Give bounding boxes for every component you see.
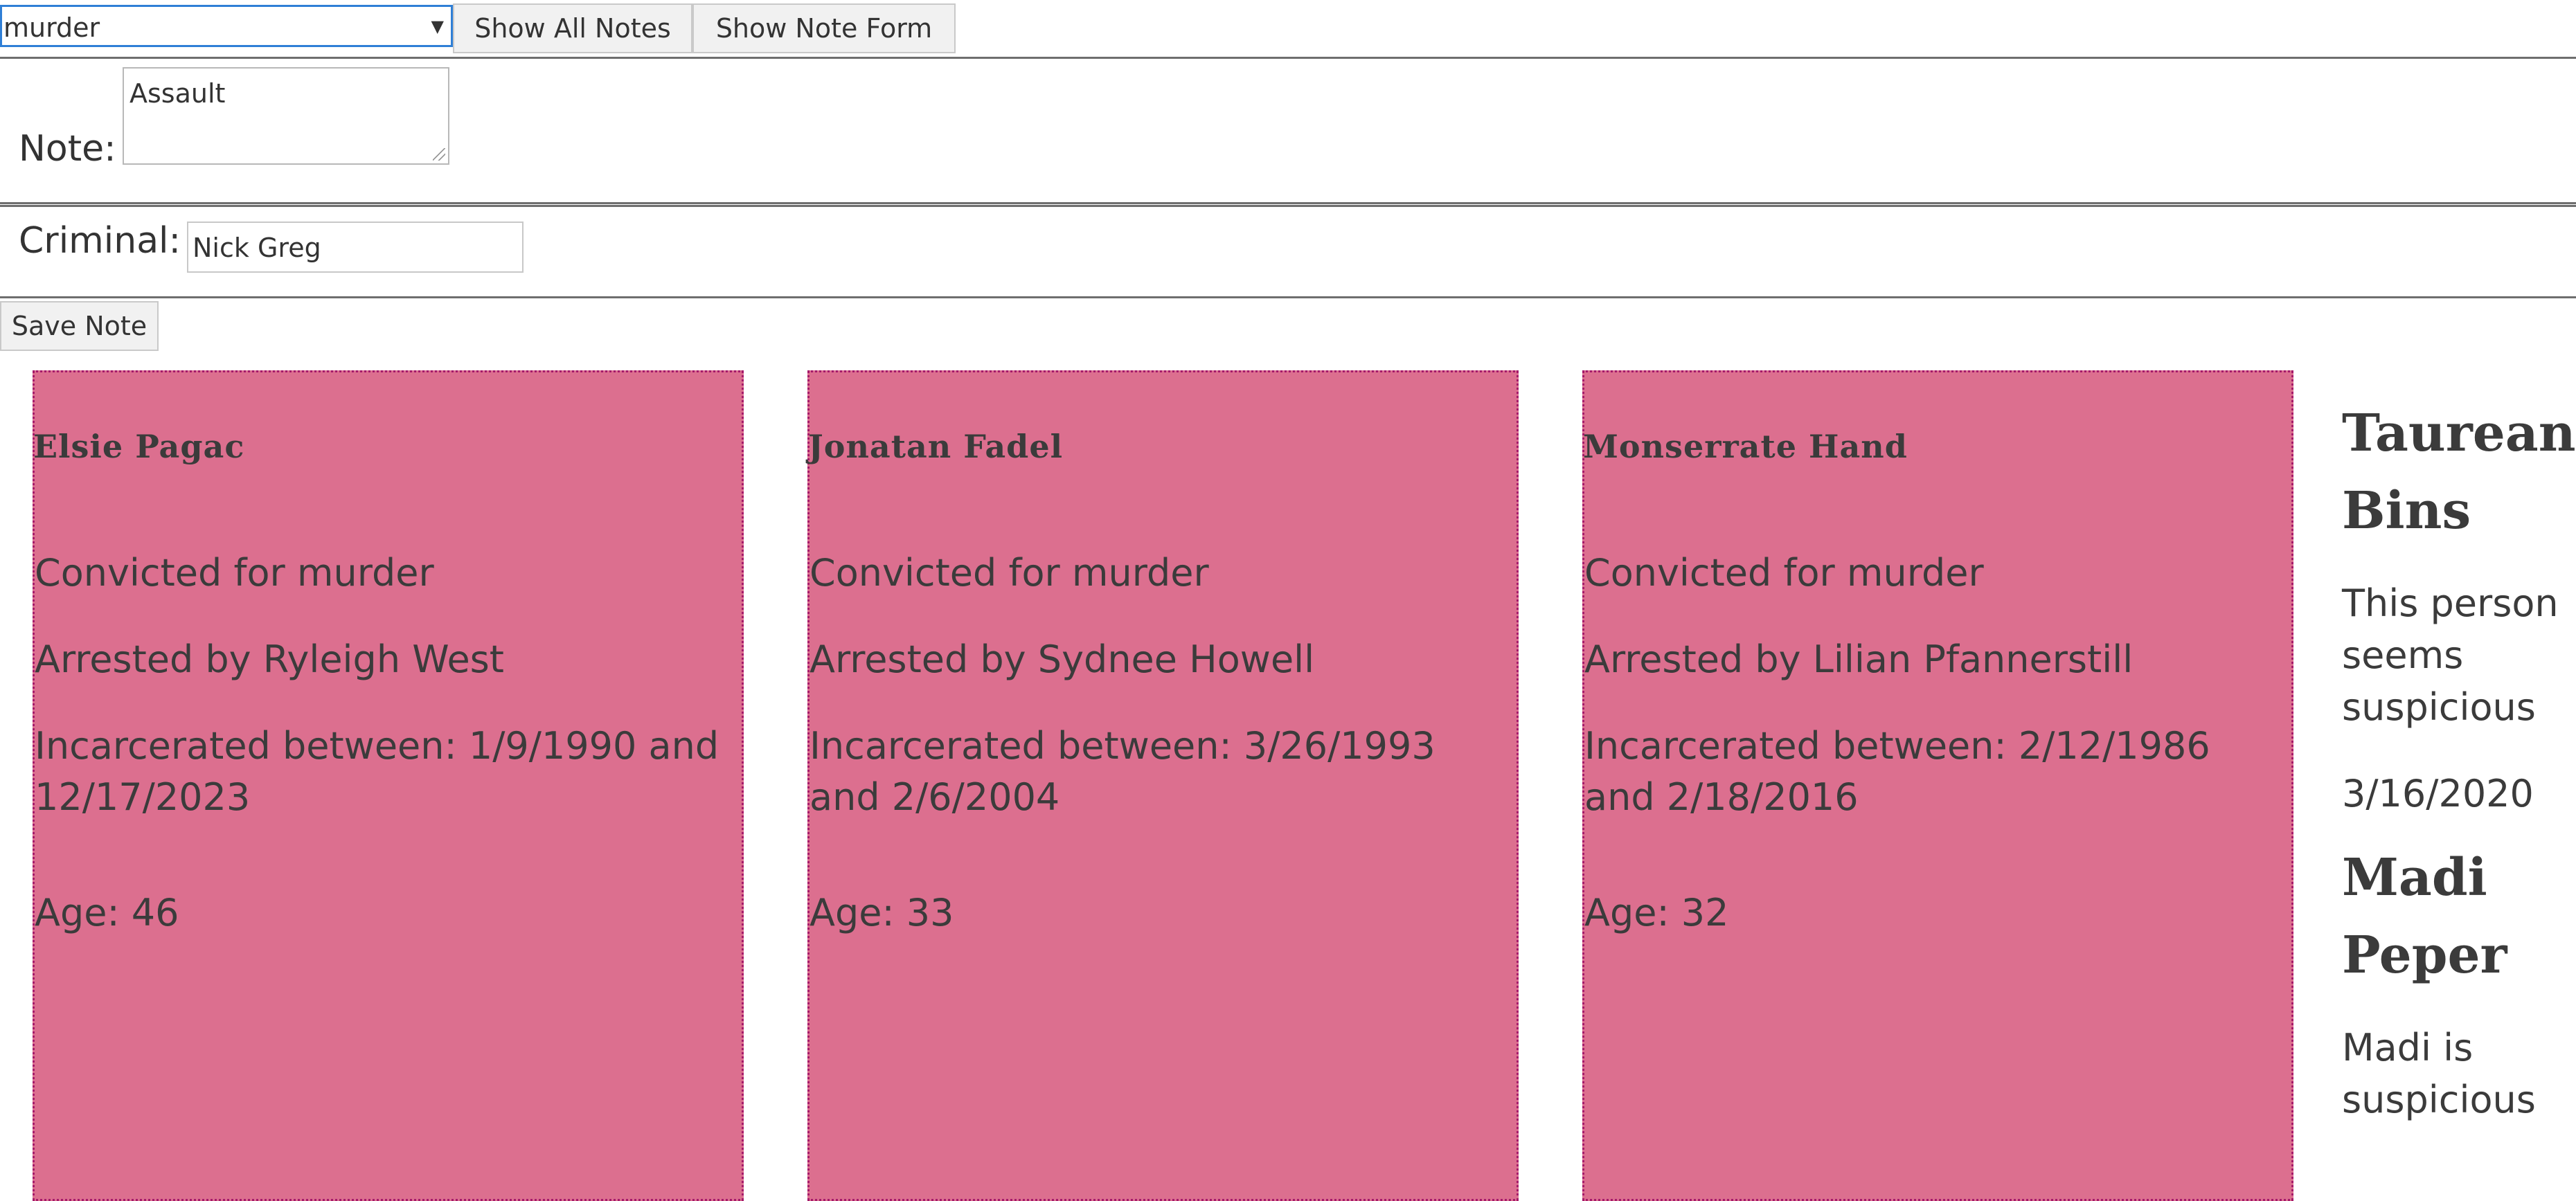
note-text: This person seems suspicious	[2342, 581, 2559, 729]
note-item: Taurean Bins This person seems suspiciou…	[2342, 395, 2576, 820]
criminal-card: Monserrate Hand Convicted for murder Arr…	[1582, 370, 2293, 1201]
note-criminal-name: Taurean Bins	[2342, 404, 2576, 541]
show-note-form-button[interactable]: Show Note Form	[692, 3, 956, 53]
incarceration-dates-text: Incarcerated between: 3/26/1993 and 2/6/…	[810, 724, 1435, 819]
crime-filter-value: murder	[3, 12, 100, 43]
conviction-text: Convicted for murder	[35, 551, 434, 595]
show-all-notes-button[interactable]: Show All Notes	[453, 3, 692, 53]
criminal-card: Jonatan Fadel Convicted for murder Arres…	[807, 370, 1519, 1201]
criminal-name: Elsie Pagac	[33, 428, 245, 465]
crime-filter-select[interactable]: murder ▼	[0, 5, 453, 47]
resize-handle-icon[interactable]	[433, 148, 445, 161]
note-textarea-value: Assault	[129, 78, 226, 109]
save-note-button[interactable]: Save Note	[0, 301, 159, 351]
criminal-label: Criminal:	[19, 220, 181, 262]
incarceration-dates-text: Incarcerated between: 1/9/1990 and 12/17…	[35, 724, 719, 819]
criminal-name: Jonatan Fadel	[808, 428, 1064, 465]
note-textarea[interactable]: Assault	[123, 67, 449, 165]
arresting-officer-text: Arrested by Sydnee Howell	[810, 638, 1315, 681]
arresting-officer-text: Arrested by Lilian Pfannerstill	[1584, 638, 2134, 681]
divider	[0, 296, 2576, 298]
criminal-name: Monserrate Hand	[1583, 428, 1908, 465]
arresting-officer-text: Arrested by Ryleigh West	[35, 638, 504, 681]
note-item: Madi Peper Madi is suspicious	[2342, 839, 2570, 1126]
divider	[0, 202, 2576, 204]
chevron-down-icon: ▼	[431, 17, 444, 36]
conviction-text: Convicted for murder	[1584, 551, 1984, 595]
age-text: Age: 33	[810, 891, 954, 934]
criminal-input[interactable]: Nick Greg	[187, 222, 524, 273]
divider	[0, 57, 2576, 59]
note-criminal-name: Madi Peper	[2342, 848, 2507, 985]
conviction-text: Convicted for murder	[810, 551, 1209, 595]
age-text: Age: 32	[1584, 891, 1729, 934]
note-date: 3/16/2020	[2342, 772, 2534, 815]
note-label: Note:	[19, 128, 116, 170]
note-text: Madi is suspicious	[2342, 1026, 2536, 1121]
divider	[0, 205, 2576, 207]
criminal-card: Elsie Pagac Convicted for murder Arreste…	[33, 370, 744, 1201]
criminal-input-value: Nick Greg	[193, 233, 321, 263]
filter-bar: murder ▼ Show All Notes Show Note Form	[0, 0, 2576, 57]
age-text: Age: 46	[35, 891, 179, 934]
incarceration-dates-text: Incarcerated between: 2/12/1986 and 2/18…	[1584, 724, 2210, 819]
notes-list: Taurean Bins This person seems suspiciou…	[2342, 395, 2576, 1126]
